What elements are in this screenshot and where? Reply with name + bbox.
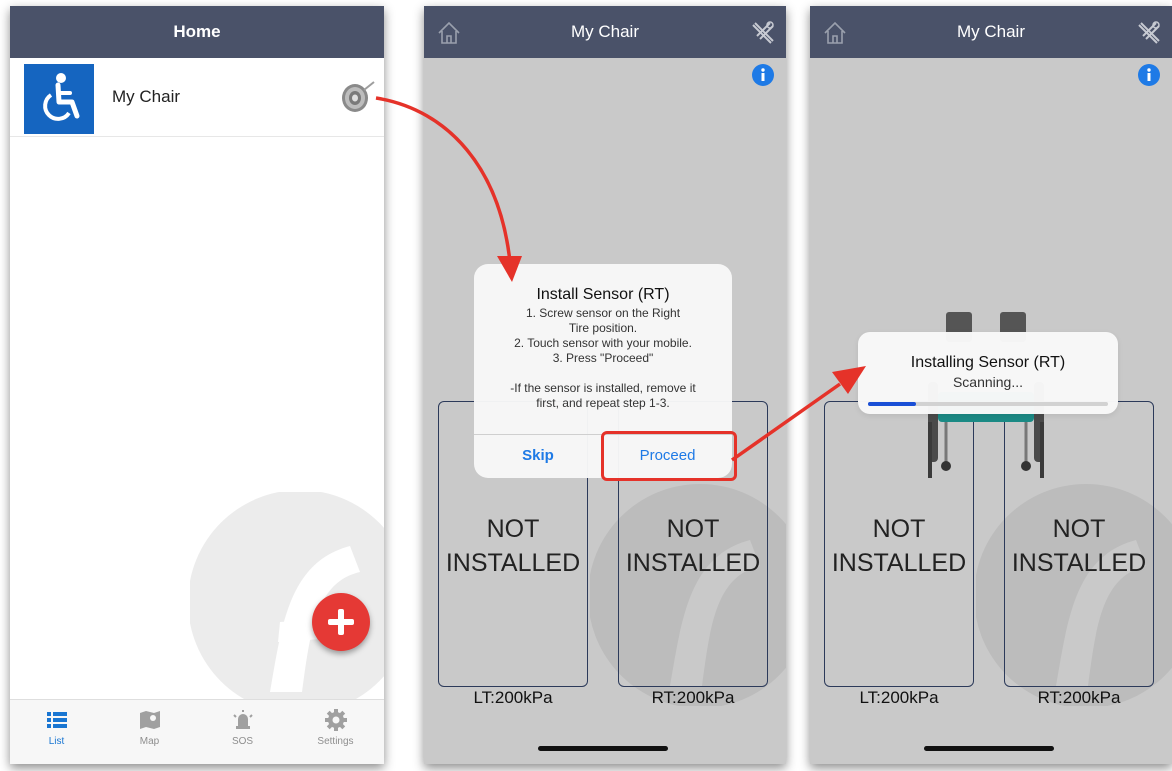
tab-map[interactable]: Map <box>103 700 196 764</box>
tire-status: NOT INSTALLED <box>445 515 581 577</box>
progress-bar <box>868 402 1108 406</box>
my-chair-screen-scanning: My Chair NOT INSTALLED NOT INSTALLED Ins… <box>810 6 1172 764</box>
wheelchair-icon <box>24 64 94 134</box>
map-icon <box>139 711 160 729</box>
home-navbar: Home <box>10 6 384 58</box>
dialog-message: 1. Screw sensor on the Right Tire positi… <box>510 306 696 410</box>
tab-label: Map <box>139 736 160 747</box>
chair-navbar: My Chair <box>810 6 1172 58</box>
left-tire-pressure: LT:200kPa <box>473 688 553 707</box>
tab-label: Settings <box>317 736 354 747</box>
proceed-highlight <box>601 431 737 481</box>
home-indicator[interactable] <box>538 746 668 751</box>
add-button[interactable] <box>312 593 370 651</box>
tab-label: List <box>48 736 65 747</box>
tools-icon[interactable] <box>1136 20 1162 46</box>
page-title: My Chair <box>570 22 639 41</box>
right-tire-pressure: RT:200kPa <box>651 688 735 707</box>
left-tire-pressure: LT:200kPa <box>859 688 939 707</box>
my-chair-screen-install: My Chair NOT INSTALLED NOT INSTALLED LT:20… <box>424 6 786 764</box>
tab-label: SOS <box>231 736 254 747</box>
chair-navbar: My Chair <box>424 6 786 58</box>
home-screen: Home My Chair List Map SOS Settings <box>10 6 384 764</box>
installing-sensor-dialog: Installing Sensor (RT) Scanning... <box>858 332 1118 414</box>
tools-icon[interactable] <box>750 20 776 46</box>
list-icon <box>46 712 67 728</box>
info-icon[interactable] <box>752 64 774 86</box>
tab-sos[interactable]: SOS <box>196 700 289 764</box>
tab-bar: List Map SOS Settings <box>10 699 384 764</box>
right-tire-pressure: RT:200kPa <box>1037 688 1121 707</box>
tire-sensor-icon[interactable] <box>340 80 376 116</box>
dialog-status: Scanning... <box>952 374 1024 390</box>
dialog-title: Installing Sensor (RT) <box>910 354 1066 371</box>
chair-name: My Chair <box>112 87 181 106</box>
tire-status: NOT INSTALLED <box>1011 515 1147 577</box>
page-title: My Chair <box>956 22 1025 41</box>
info-icon[interactable] <box>1138 64 1160 86</box>
list-item-chair[interactable]: My Chair <box>10 58 384 137</box>
page-title: Home <box>173 22 221 41</box>
tab-list[interactable]: List <box>10 700 103 764</box>
gear-icon <box>324 709 347 731</box>
dialog-title: Install Sensor (RT) <box>536 286 670 303</box>
home-indicator[interactable] <box>924 746 1054 751</box>
skip-button[interactable]: Skip <box>474 434 602 478</box>
tire-status: NOT INSTALLED <box>625 515 761 577</box>
tire-status: NOT INSTALLED <box>831 515 967 577</box>
alarm-icon <box>232 710 253 729</box>
progress-fill <box>868 402 916 406</box>
tab-settings[interactable]: Settings <box>289 700 382 764</box>
